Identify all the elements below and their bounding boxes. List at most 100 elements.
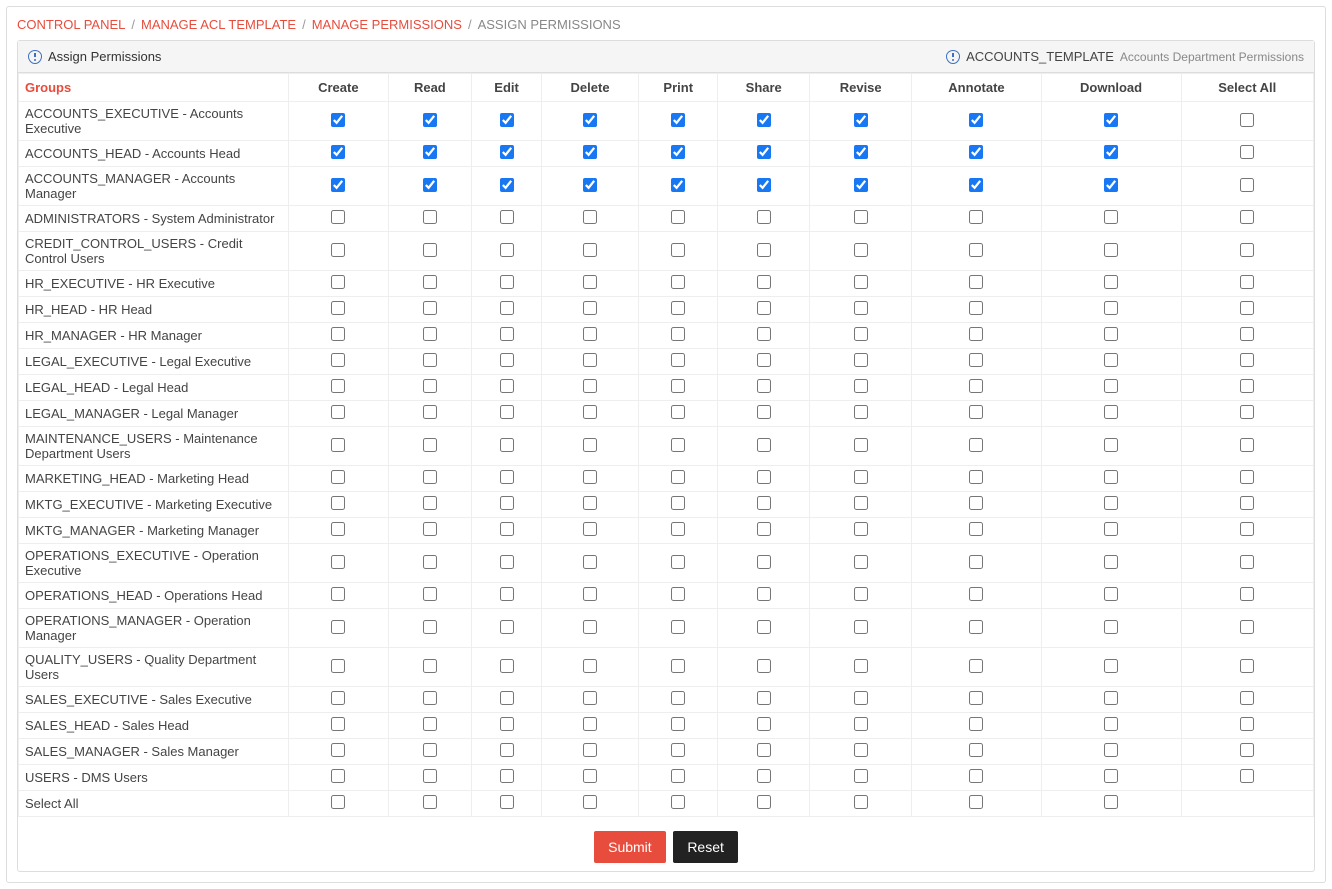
permission-checkbox[interactable] xyxy=(757,405,771,419)
permission-checkbox[interactable] xyxy=(583,438,597,452)
permission-checkbox[interactable] xyxy=(1240,620,1254,634)
permission-checkbox[interactable] xyxy=(671,275,685,289)
permission-checkbox[interactable] xyxy=(969,717,983,731)
permission-checkbox[interactable] xyxy=(854,522,868,536)
breadcrumb-item[interactable]: CONTROL PANEL xyxy=(17,17,125,32)
permission-checkbox[interactable] xyxy=(331,438,345,452)
permission-checkbox[interactable] xyxy=(757,717,771,731)
permission-checkbox[interactable] xyxy=(1240,470,1254,484)
permission-checkbox[interactable] xyxy=(854,769,868,783)
permission-checkbox[interactable] xyxy=(500,353,514,367)
permission-checkbox[interactable] xyxy=(969,691,983,705)
permission-checkbox[interactable] xyxy=(500,275,514,289)
permission-checkbox[interactable] xyxy=(583,743,597,757)
permission-checkbox[interactable] xyxy=(969,555,983,569)
permission-checkbox[interactable] xyxy=(1104,353,1118,367)
permission-checkbox[interactable] xyxy=(1104,555,1118,569)
permission-checkbox[interactable] xyxy=(583,555,597,569)
permission-checkbox[interactable] xyxy=(331,659,345,673)
permission-checkbox[interactable] xyxy=(969,301,983,315)
permission-checkbox[interactable] xyxy=(423,243,437,257)
permission-checkbox[interactable] xyxy=(423,145,437,159)
permission-checkbox[interactable] xyxy=(1240,178,1254,192)
permission-checkbox[interactable] xyxy=(757,769,771,783)
permission-checkbox[interactable] xyxy=(854,327,868,341)
permission-checkbox[interactable] xyxy=(1240,587,1254,601)
permission-checkbox[interactable] xyxy=(423,379,437,393)
permission-checkbox[interactable] xyxy=(331,522,345,536)
permission-checkbox[interactable] xyxy=(854,301,868,315)
permission-checkbox[interactable] xyxy=(500,210,514,224)
permission-checkbox[interactable] xyxy=(757,327,771,341)
permission-checkbox[interactable] xyxy=(583,717,597,731)
permission-checkbox[interactable] xyxy=(500,405,514,419)
permission-checkbox[interactable] xyxy=(423,178,437,192)
permission-checkbox[interactable] xyxy=(331,769,345,783)
permission-checkbox[interactable] xyxy=(423,301,437,315)
permission-checkbox[interactable] xyxy=(1240,659,1254,673)
permission-checkbox[interactable] xyxy=(331,587,345,601)
permission-checkbox[interactable] xyxy=(583,327,597,341)
permission-checkbox[interactable] xyxy=(757,438,771,452)
permission-checkbox[interactable] xyxy=(854,145,868,159)
permission-checkbox[interactable] xyxy=(331,620,345,634)
permission-checkbox[interactable] xyxy=(331,379,345,393)
permission-checkbox[interactable] xyxy=(671,555,685,569)
permission-checkbox[interactable] xyxy=(583,587,597,601)
reset-button[interactable]: Reset xyxy=(673,831,738,863)
permission-checkbox[interactable] xyxy=(757,379,771,393)
permission-checkbox[interactable] xyxy=(1240,522,1254,536)
permission-checkbox[interactable] xyxy=(854,178,868,192)
permission-checkbox[interactable] xyxy=(757,210,771,224)
permission-checkbox[interactable] xyxy=(423,717,437,731)
permission-checkbox[interactable] xyxy=(757,178,771,192)
permission-checkbox[interactable] xyxy=(757,145,771,159)
permission-checkbox[interactable] xyxy=(1104,717,1118,731)
permission-checkbox[interactable] xyxy=(331,405,345,419)
permission-checkbox[interactable] xyxy=(969,769,983,783)
permission-checkbox[interactable] xyxy=(1104,587,1118,601)
permission-checkbox[interactable] xyxy=(423,620,437,634)
permission-checkbox[interactable] xyxy=(1240,743,1254,757)
permission-checkbox[interactable] xyxy=(331,691,345,705)
permission-checkbox[interactable] xyxy=(854,620,868,634)
permission-checkbox[interactable] xyxy=(969,470,983,484)
permission-checkbox[interactable] xyxy=(1240,691,1254,705)
permission-checkbox[interactable] xyxy=(331,496,345,510)
permission-checkbox[interactable] xyxy=(583,210,597,224)
permission-checkbox[interactable] xyxy=(331,470,345,484)
permission-checkbox[interactable] xyxy=(583,470,597,484)
permission-checkbox[interactable] xyxy=(1240,353,1254,367)
permission-checkbox[interactable] xyxy=(969,353,983,367)
permission-checkbox[interactable] xyxy=(671,659,685,673)
permission-checkbox[interactable] xyxy=(969,275,983,289)
permission-checkbox[interactable] xyxy=(500,145,514,159)
permission-checkbox[interactable] xyxy=(500,587,514,601)
select-all-column-checkbox[interactable] xyxy=(969,795,983,809)
permission-checkbox[interactable] xyxy=(1104,145,1118,159)
permission-checkbox[interactable] xyxy=(1240,717,1254,731)
permission-checkbox[interactable] xyxy=(1104,210,1118,224)
permission-checkbox[interactable] xyxy=(1104,405,1118,419)
permission-checkbox[interactable] xyxy=(969,379,983,393)
permission-checkbox[interactable] xyxy=(583,405,597,419)
permission-checkbox[interactable] xyxy=(969,327,983,341)
permission-checkbox[interactable] xyxy=(969,145,983,159)
permission-checkbox[interactable] xyxy=(423,438,437,452)
permission-checkbox[interactable] xyxy=(1104,743,1118,757)
select-all-column-checkbox[interactable] xyxy=(423,795,437,809)
permission-checkbox[interactable] xyxy=(854,743,868,757)
permission-checkbox[interactable] xyxy=(671,210,685,224)
select-all-column-checkbox[interactable] xyxy=(1104,795,1118,809)
permission-checkbox[interactable] xyxy=(671,743,685,757)
permission-checkbox[interactable] xyxy=(671,353,685,367)
select-all-column-checkbox[interactable] xyxy=(583,795,597,809)
permission-checkbox[interactable] xyxy=(583,275,597,289)
permission-checkbox[interactable] xyxy=(671,620,685,634)
permission-checkbox[interactable] xyxy=(854,496,868,510)
permission-checkbox[interactable] xyxy=(671,587,685,601)
permission-checkbox[interactable] xyxy=(500,243,514,257)
permission-checkbox[interactable] xyxy=(854,587,868,601)
breadcrumb-item[interactable]: MANAGE PERMISSIONS xyxy=(312,17,462,32)
permission-checkbox[interactable] xyxy=(854,691,868,705)
